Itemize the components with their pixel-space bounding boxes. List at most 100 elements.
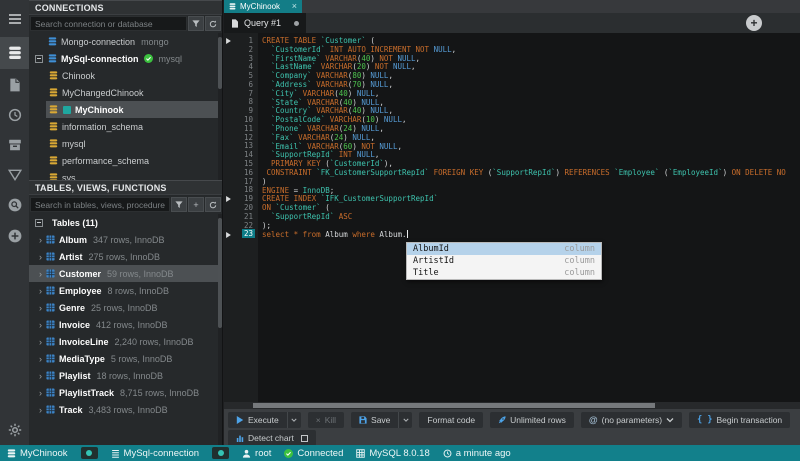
search-circle-icon[interactable] <box>0 191 29 219</box>
filter-triangle-icon[interactable] <box>0 161 29 189</box>
code-line-21[interactable]: `SupportRepId` ASC <box>258 212 800 221</box>
code-line-12[interactable]: `Fax` VARCHAR(24) NULL, <box>258 133 800 142</box>
tables-group-row[interactable]: Tables (11) <box>29 214 222 231</box>
table-item-MediaType[interactable]: ›MediaType5 rows, InnoDB <box>29 350 222 367</box>
status-connection[interactable]: MySql-connection <box>111 448 200 459</box>
detect-chart-checkbox[interactable] <box>301 435 308 442</box>
run-statement-icon[interactable] <box>226 232 231 238</box>
code-line-9[interactable]: `Country` VARCHAR(40) NULL, <box>258 106 800 115</box>
begin-transaction-button[interactable]: { } Begin transaction <box>689 412 790 428</box>
code-line-5[interactable]: `Company` VARCHAR(80) NULL, <box>258 71 800 80</box>
code-line-23[interactable]: select * from Album where Album. <box>258 230 800 239</box>
detect-chart-button[interactable]: Detect chart <box>228 430 316 446</box>
collapse-expander-icon[interactable] <box>35 55 43 63</box>
connection-item-sys[interactable]: sys <box>29 169 222 180</box>
code-line-8[interactable]: `State` VARCHAR(40) NULL, <box>258 98 800 107</box>
table-item-Artist[interactable]: ›Artist275 rows, InnoDB <box>29 248 222 265</box>
unlimited-rows-button[interactable]: Unlimited rows <box>490 412 574 428</box>
connections-search-input[interactable] <box>30 16 187 31</box>
chevron-right-icon[interactable]: › <box>39 388 42 398</box>
connection-item-MySql-connection[interactable]: MySql-connectionmysql <box>29 50 222 67</box>
code-line-11[interactable]: `Phone` VARCHAR(24) NULL, <box>258 124 800 133</box>
table-item-Employee[interactable]: ›Employee8 rows, InnoDB <box>29 282 222 299</box>
chevron-right-icon[interactable]: › <box>39 405 42 415</box>
code-line-14[interactable]: `SupportRepId` INT NULL, <box>258 150 800 159</box>
connection-item-MyChinook[interactable]: MyChinook <box>29 101 222 118</box>
code-line-13[interactable]: `Email` VARCHAR(60) NOT NULL, <box>258 142 800 151</box>
menu-icon[interactable] <box>0 5 29 33</box>
editor-code[interactable]: CREATE TABLE `Customer` ( `CustomerId` I… <box>258 36 800 402</box>
table-item-Invoice[interactable]: ›Invoice412 rows, InnoDB <box>29 316 222 333</box>
archive-nav-icon[interactable] <box>0 131 29 159</box>
parameters-button[interactable]: @ (no parameters) <box>581 412 682 428</box>
table-item-Customer[interactable]: ›Customer59 rows, InnoDB <box>29 265 222 282</box>
code-line-19[interactable]: CREATE INDEX `IFK_CustomerSupportRepId` <box>258 194 800 203</box>
chevron-right-icon[interactable]: › <box>39 320 42 330</box>
tables-scrollbar[interactable] <box>218 214 222 445</box>
query-tab[interactable]: Query #1 <box>224 13 306 33</box>
close-icon[interactable]: × <box>292 2 297 11</box>
tables-refresh-button[interactable] <box>205 197 221 212</box>
connection-item-information_schema[interactable]: information_schema <box>29 118 222 135</box>
settings-gear-icon[interactable] <box>0 416 29 444</box>
chevron-right-icon[interactable]: › <box>39 337 42 347</box>
code-line-10[interactable]: `PostalCode` VARCHAR(10) NULL, <box>258 115 800 124</box>
new-tab-button[interactable]: + <box>746 15 762 31</box>
chevron-right-icon[interactable]: › <box>39 371 42 381</box>
execute-button[interactable]: Execute <box>228 412 287 428</box>
code-line-20[interactable]: ON `Customer` ( <box>258 203 800 212</box>
code-line-3[interactable]: `FirstName` VARCHAR(40) NOT NULL, <box>258 54 800 63</box>
file-nav-icon[interactable] <box>0 71 29 99</box>
database-nav-icon[interactable] <box>0 37 29 69</box>
execute-dropdown-button[interactable] <box>287 412 301 428</box>
chevron-right-icon[interactable]: › <box>39 354 42 364</box>
chevron-right-icon[interactable]: › <box>39 303 42 313</box>
kill-button[interactable]: × Kill <box>308 412 344 428</box>
save-dropdown-button[interactable] <box>398 412 412 428</box>
run-statement-icon[interactable] <box>226 196 231 202</box>
code-line-6[interactable]: `Address` VARCHAR(70) NULL, <box>258 80 800 89</box>
table-item-Genre[interactable]: ›Genre25 rows, InnoDB <box>29 299 222 316</box>
save-button[interactable]: Save <box>351 412 398 428</box>
chevron-right-icon[interactable]: › <box>39 252 42 262</box>
add-circle-icon[interactable] <box>0 222 29 250</box>
tables-filter-button[interactable] <box>171 197 187 212</box>
table-item-Album[interactable]: ›Album347 rows, InnoDB <box>29 231 222 248</box>
code-line-22[interactable]: ); <box>258 221 800 230</box>
table-item-PlaylistTrack[interactable]: ›PlaylistTrack8,715 rows, InnoDB <box>29 384 222 401</box>
connection-item-MyChangedChinook[interactable]: MyChangedChinook <box>29 84 222 101</box>
history-nav-icon[interactable] <box>0 101 29 129</box>
scrollbar-thumb[interactable] <box>253 403 655 408</box>
connection-item-performance_schema[interactable]: performance_schema <box>29 152 222 169</box>
tables-add-button[interactable]: + <box>188 197 204 212</box>
format-code-button[interactable]: Format code <box>419 412 483 428</box>
connections-scrollbar[interactable] <box>218 33 222 180</box>
autocomplete-item-Title[interactable]: Titlecolumn <box>407 267 601 279</box>
file-tab-mychinook[interactable]: MyChinook × <box>224 0 302 13</box>
chevron-right-icon[interactable]: › <box>39 235 42 245</box>
connections-refresh-button[interactable] <box>205 16 221 31</box>
code-line-4[interactable]: `LastName` VARCHAR(20) NOT NULL, <box>258 62 800 71</box>
code-line-1[interactable]: CREATE TABLE `Customer` ( <box>258 36 800 45</box>
sql-editor[interactable]: 1234567891011121314151617181920212223 CR… <box>224 33 800 402</box>
table-item-Playlist[interactable]: ›Playlist18 rows, InnoDB <box>29 367 222 384</box>
connection-item-Chinook[interactable]: Chinook <box>29 67 222 84</box>
code-line-2[interactable]: `CustomerId` INT AUTO_INCREMENT NOT NULL… <box>258 45 800 54</box>
run-statement-icon[interactable] <box>226 38 231 44</box>
code-line-7[interactable]: `City` VARCHAR(40) NULL, <box>258 89 800 98</box>
connections-filter-button[interactable] <box>188 16 204 31</box>
code-line-16[interactable]: CONSTRAINT `FK_CustomerSupportRepId` FOR… <box>258 168 800 177</box>
code-line-15[interactable]: PRIMARY KEY (`CustomerId`), <box>258 159 800 168</box>
table-item-InvoiceLine[interactable]: ›InvoiceLine2,240 rows, InnoDB <box>29 333 222 350</box>
tables-search-input[interactable] <box>30 197 170 212</box>
code-line-17[interactable]: ) <box>258 177 800 186</box>
collapse-expander-icon[interactable] <box>35 219 43 227</box>
chevron-right-icon[interactable]: › <box>39 269 42 279</box>
connection-item-mysql[interactable]: mysql <box>29 135 222 152</box>
code-line-18[interactable]: ENGINE = InnoDB; <box>258 186 800 195</box>
chevron-right-icon[interactable]: › <box>39 286 42 296</box>
table-item-Track[interactable]: ›Track3,483 rows, InnoDB <box>29 401 222 418</box>
autocomplete-item-ArtistId[interactable]: ArtistIdcolumn <box>407 255 601 267</box>
status-database[interactable]: MyChinook <box>7 448 68 459</box>
autocomplete-item-AlbumId[interactable]: AlbumIdcolumn <box>407 243 601 255</box>
